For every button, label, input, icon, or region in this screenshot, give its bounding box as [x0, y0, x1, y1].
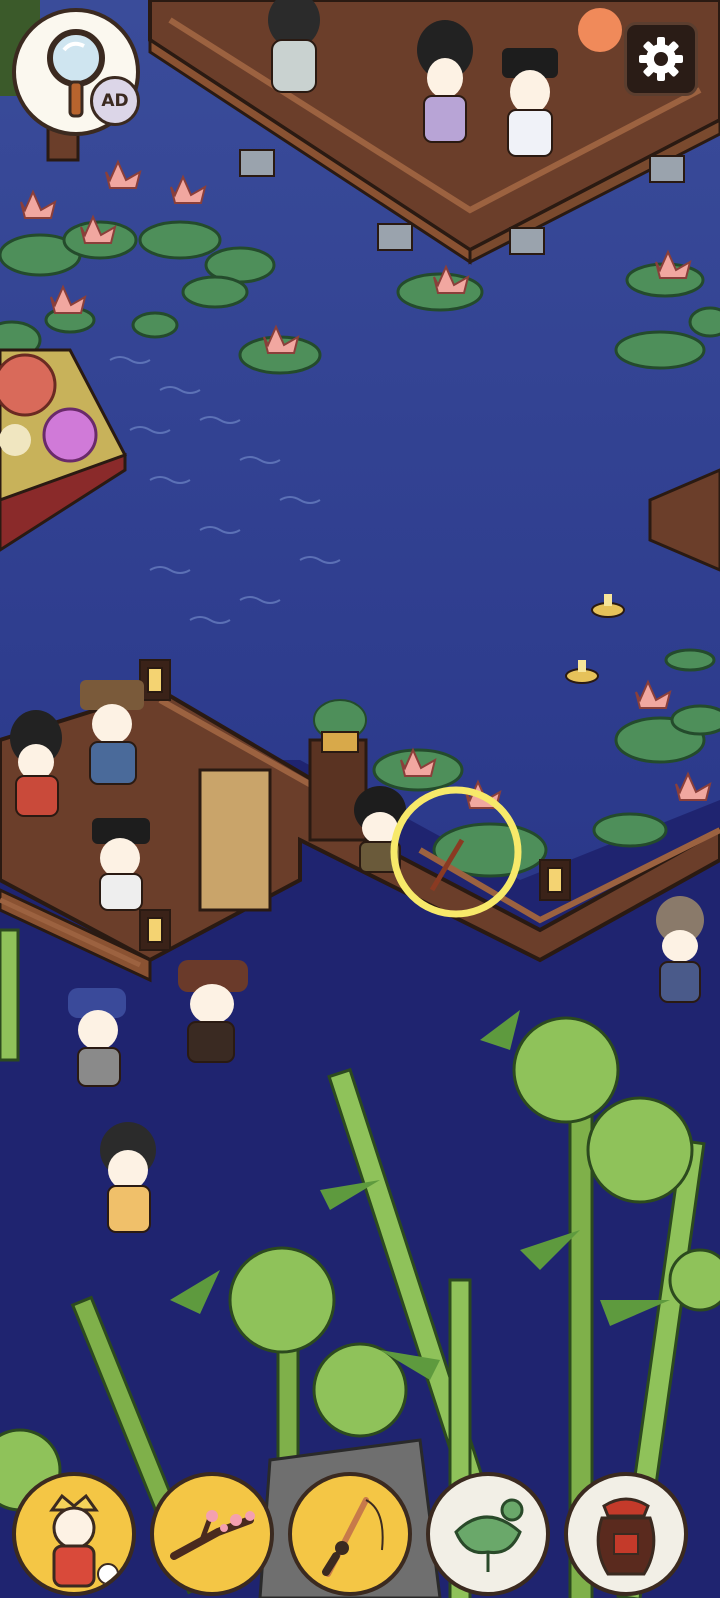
settings-button[interactable] — [624, 22, 698, 96]
item-slot-lotus-leaf[interactable] — [426, 1472, 550, 1596]
lotus-leaf-icon — [454, 1498, 524, 1572]
item-slot-plum-branch[interactable] — [150, 1472, 274, 1596]
plum-branch-icon — [170, 1510, 255, 1560]
game-scene[interactable] — [0, 0, 720, 1598]
fishing-rod-icon — [322, 1497, 384, 1577]
item-slot-fishing-rod[interactable] — [288, 1472, 412, 1596]
wine-jar-icon — [596, 1497, 656, 1576]
character-icon — [49, 1493, 119, 1588]
ad-badge: AD — [90, 76, 140, 126]
item-slot-wine-jar[interactable] — [564, 1472, 688, 1596]
item-slot-character[interactable] — [12, 1472, 136, 1596]
gear-icon — [639, 37, 683, 81]
potted-plant — [313, 699, 367, 753]
hint-button[interactable]: AD — [12, 8, 140, 136]
